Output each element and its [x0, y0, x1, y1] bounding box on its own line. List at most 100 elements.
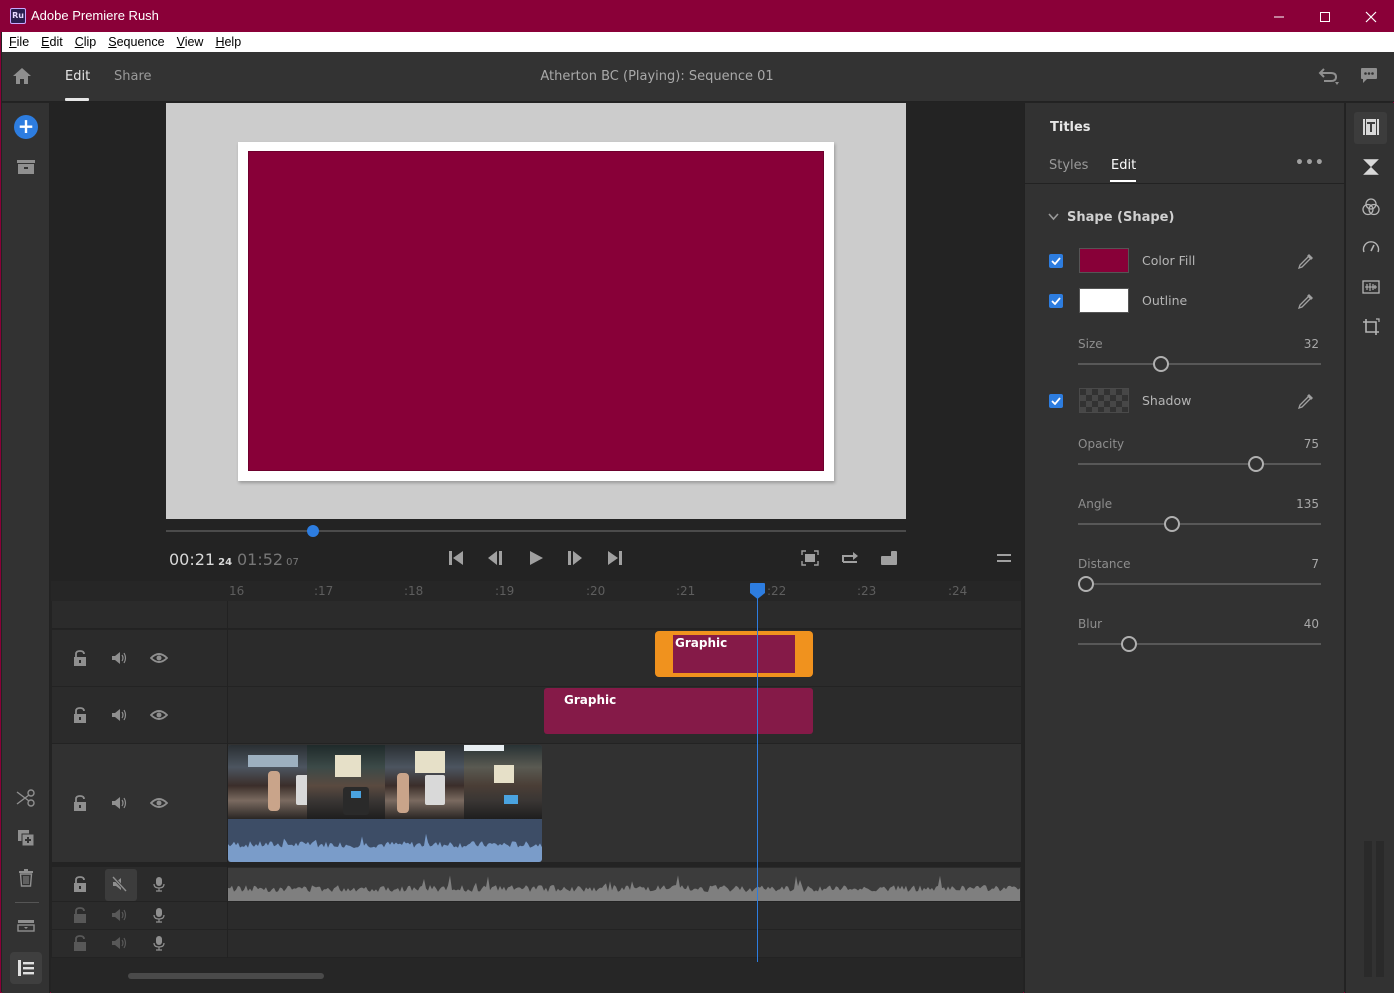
shape-outline[interactable]	[238, 142, 834, 481]
hamburger-icon	[997, 554, 1011, 562]
size-slider-handle[interactable]	[1152, 356, 1169, 372]
play-button[interactable]	[525, 549, 547, 567]
waveform-path	[228, 833, 542, 862]
menu-clip[interactable]: Clip	[75, 35, 97, 49]
lock-track-button[interactable]	[70, 705, 90, 725]
track-lane-graphic-1[interactable]	[228, 630, 1021, 686]
lock-track-button[interactable]	[70, 933, 90, 953]
go-to-start-button[interactable]	[445, 549, 467, 567]
split-button[interactable]	[14, 786, 38, 810]
size-value[interactable]: 32	[1304, 337, 1319, 351]
menu-file[interactable]: File	[9, 35, 29, 49]
timeline-toggle-button[interactable]	[14, 956, 38, 980]
outline-swatch[interactable]	[1079, 288, 1129, 313]
menu-edit[interactable]: Edit	[41, 35, 63, 49]
playhead-handle[interactable]	[750, 583, 765, 599]
lock-track-button[interactable]	[70, 905, 90, 925]
opacity-slider[interactable]	[1078, 456, 1321, 472]
color-fill-checkbox[interactable]	[1049, 254, 1063, 268]
toggle-visibility-button[interactable]	[149, 793, 169, 813]
audio-waveform-graphic	[228, 875, 1020, 901]
blur-value[interactable]: 40	[1304, 617, 1319, 631]
outline-eyedropper[interactable]	[1297, 292, 1315, 310]
outline-checkbox[interactable]	[1049, 294, 1063, 308]
sequence-title: Atherton BC (Playing): Sequence 01	[540, 69, 774, 84]
step-back-button[interactable]	[485, 549, 507, 567]
transitions-tool-button[interactable]	[1359, 155, 1383, 179]
mute-track-button[interactable]	[110, 793, 130, 813]
distance-value[interactable]: 7	[1311, 557, 1319, 571]
menu-sequence[interactable]: Sequence	[108, 35, 164, 49]
preview-menu-button[interactable]	[993, 549, 1015, 567]
mute-track-button[interactable]	[110, 933, 130, 953]
step-forward-button[interactable]	[564, 549, 586, 567]
lock-track-button[interactable]	[70, 874, 90, 894]
speed-tool-button[interactable]	[1359, 235, 1383, 259]
delete-button[interactable]	[14, 866, 38, 890]
record-voiceover-button[interactable]	[149, 933, 169, 953]
angle-value[interactable]: 135	[1296, 497, 1319, 511]
mute-track-button[interactable]	[110, 905, 130, 925]
audio-tool-button[interactable]	[1359, 275, 1383, 299]
angle-slider[interactable]	[1078, 516, 1321, 532]
distance-slider-handle[interactable]	[1078, 576, 1094, 592]
tab-edit-panel[interactable]: Edit	[1111, 158, 1136, 173]
distance-slider[interactable]	[1078, 576, 1321, 592]
maximize-button[interactable]	[1302, 1, 1348, 32]
undo-button[interactable]	[1318, 66, 1340, 90]
shadow-swatch[interactable]	[1079, 388, 1129, 413]
opacity-value[interactable]: 75	[1304, 437, 1319, 451]
track-controls-button[interactable]	[14, 914, 38, 938]
menu-view[interactable]: View	[177, 35, 204, 49]
shadow-checkbox[interactable]	[1049, 394, 1063, 408]
size-slider[interactable]	[1078, 356, 1321, 372]
scrubber-handle[interactable]	[306, 525, 319, 537]
toggle-visibility-button[interactable]	[149, 648, 169, 668]
blur-slider-handle[interactable]	[1121, 636, 1138, 652]
loop-button[interactable]	[839, 549, 861, 567]
lock-track-button[interactable]	[70, 648, 90, 668]
track-lane-audio-3[interactable]	[228, 930, 1021, 957]
color-tool-button[interactable]	[1359, 195, 1383, 219]
speaker-icon	[112, 797, 127, 809]
blur-slider[interactable]	[1078, 636, 1321, 652]
duplicate-button[interactable]	[14, 826, 38, 850]
program-monitor[interactable]	[166, 103, 906, 519]
opacity-slider-handle[interactable]	[1248, 456, 1265, 472]
playback-scrubber[interactable]	[166, 525, 906, 537]
toggle-visibility-button[interactable]	[149, 705, 169, 725]
graphic-clip-selected[interactable]: Graphic	[655, 631, 813, 677]
record-voiceover-button[interactable]	[149, 905, 169, 925]
timeline-ruler[interactable]: 16 :17 :18 :19 :20 :21 :22 :23 :24	[51, 581, 1021, 601]
lock-track-button[interactable]	[70, 793, 90, 813]
timeline-horizontal-scrollbar[interactable]	[128, 973, 324, 979]
titles-tool-button[interactable]	[1359, 115, 1383, 139]
track-lane-audio-2[interactable]	[228, 902, 1021, 929]
audio-clip[interactable]	[228, 868, 1020, 901]
shape-section-header[interactable]: Shape (Shape)	[1048, 210, 1174, 225]
go-to-end-button[interactable]	[604, 549, 626, 567]
menu-help[interactable]: Help	[215, 35, 241, 49]
color-fill-eyedropper[interactable]	[1297, 252, 1315, 270]
add-media-button[interactable]: +	[14, 115, 38, 139]
fit-to-frame-button[interactable]	[799, 549, 821, 567]
graphic-clip[interactable]: Graphic	[544, 688, 813, 734]
angle-slider-handle[interactable]	[1164, 516, 1181, 532]
more-options-button[interactable]: •••	[1295, 155, 1325, 171]
record-voiceover-button[interactable]	[149, 874, 169, 894]
feedback-button[interactable]	[1360, 67, 1378, 89]
mute-track-button[interactable]	[110, 648, 130, 668]
color-fill-swatch[interactable]	[1079, 248, 1129, 273]
crop-tool-button[interactable]	[1359, 315, 1383, 339]
minimize-button[interactable]	[1256, 1, 1302, 32]
shadow-eyedropper[interactable]	[1297, 392, 1315, 410]
mute-track-button[interactable]	[110, 874, 130, 894]
title-text-icon	[1363, 119, 1379, 135]
close-button[interactable]	[1348, 1, 1394, 32]
mute-track-button[interactable]	[110, 705, 130, 725]
project-assets-button[interactable]	[14, 155, 38, 179]
shape-fill[interactable]	[248, 151, 824, 471]
video-clip[interactable]	[228, 745, 542, 862]
aspect-ratio-button[interactable]	[878, 549, 900, 567]
tab-styles[interactable]: Styles	[1049, 158, 1088, 173]
